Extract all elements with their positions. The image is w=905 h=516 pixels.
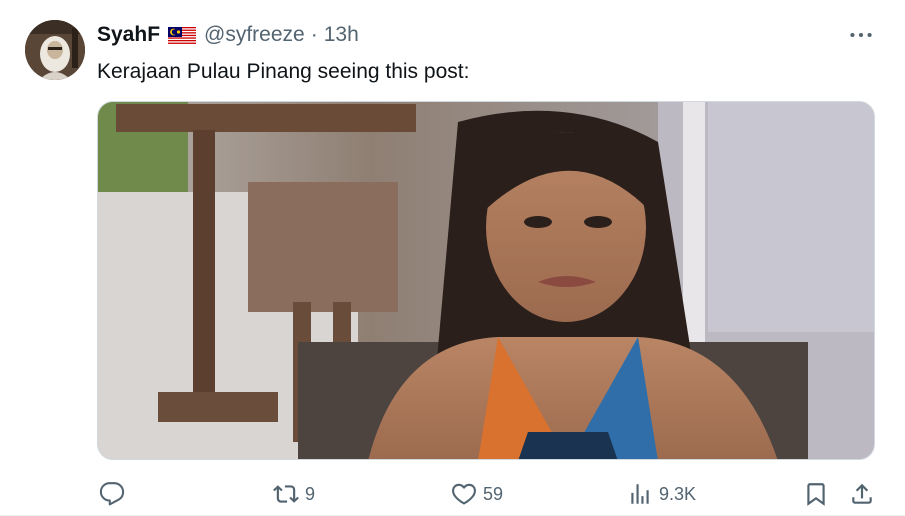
malaysia-flag-icon [168,26,197,45]
heart-icon [452,483,476,505]
avatar[interactable] [25,20,85,80]
bookmark-icon [807,483,825,506]
more-dots-icon [850,32,872,38]
tweet-header: SyahF @syfreeze · 13h [97,22,359,48]
like-count: 59 [483,483,504,504]
tweet-actions-bar: 9 59 9.3K [97,476,879,512]
reply-button[interactable] [99,476,131,512]
separator-dot: · [310,23,318,46]
retweet-button[interactable]: 9 [273,476,315,512]
like-button[interactable]: 59 [451,476,503,512]
retweet-count: 9 [305,483,316,504]
photo-woman-seated-icon [98,102,874,459]
more-options-button[interactable] [847,22,875,48]
user-handle[interactable]: @syfreeze [204,22,305,48]
views-count: 9.3K [659,483,697,504]
tweet: SyahF @syfreeze · 13h Kerajaan Pulau Pin… [0,0,905,516]
views-chart-icon [631,484,649,504]
avatar-image [25,20,85,80]
bookmark-button[interactable] [803,476,829,512]
tweet-media-photo[interactable] [97,101,875,460]
retweet-icon [273,485,299,503]
timestamp[interactable]: 13h [324,22,359,48]
share-button[interactable] [849,476,875,512]
display-name[interactable]: SyahF [97,22,160,48]
views-button[interactable]: 9.3K [627,476,696,512]
share-icon [852,483,872,504]
tweet-text: Kerajaan Pulau Pinang seeing this post: [97,60,470,83]
reply-icon [99,482,125,506]
